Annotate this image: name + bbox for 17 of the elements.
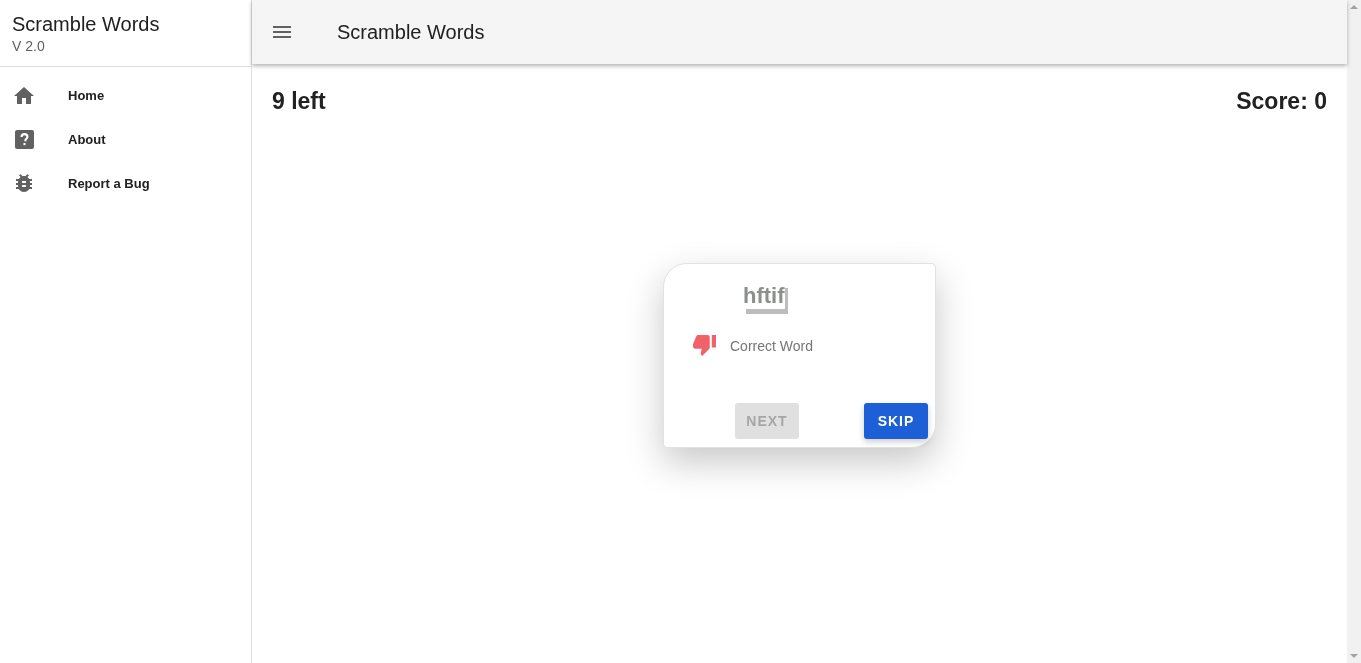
nav-item[interactable]: About: [0, 117, 251, 161]
app-bar-title: Scramble Words: [337, 20, 485, 44]
nav-item[interactable]: Report a Bug: [0, 161, 251, 205]
words-left-label: 9 left: [272, 87, 326, 116]
nav-item[interactable]: Home: [0, 73, 251, 117]
score-label: Score: 0: [1236, 87, 1327, 116]
scroll-up-icon[interactable]: [1350, 5, 1358, 9]
app-title: Scramble Words: [12, 12, 161, 36]
version-label: V 2.0: [12, 37, 46, 56]
menu-icon: [273, 26, 291, 38]
scrollbar[interactable]: [1347, 0, 1361, 663]
bug-icon: [16, 174, 32, 192]
skip-button[interactable]: SKIP: [864, 403, 928, 439]
scroll-down-icon[interactable]: [1350, 654, 1358, 658]
answer-input[interactable]: Correct Word: [730, 335, 840, 356]
help-icon: [14, 129, 34, 149]
home-icon: [14, 86, 34, 104]
